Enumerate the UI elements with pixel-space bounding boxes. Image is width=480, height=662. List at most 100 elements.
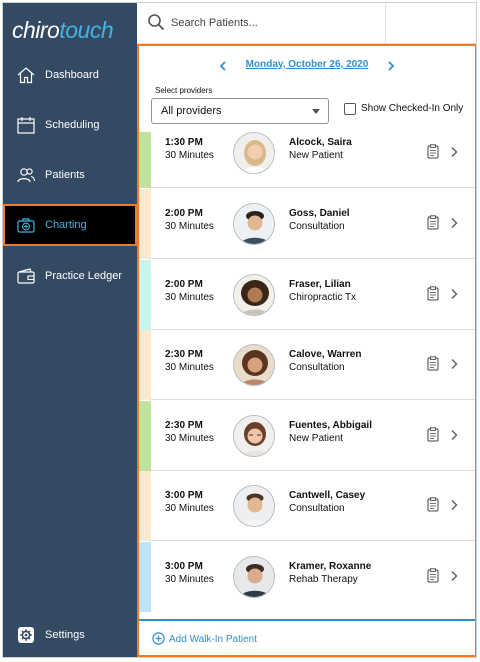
search-icon[interactable] xyxy=(147,13,165,36)
appointment-row[interactable]: 3:00 PM 30 Minutes Cantwell, Casey Consu… xyxy=(139,471,475,541)
calendar-icon xyxy=(15,114,37,136)
schedule-panel: Monday, October 26, 2020 Select provider… xyxy=(137,44,476,657)
patient-name: Fraser, Lilian xyxy=(289,279,351,290)
add-walk-in-label: Add Walk-In Patient xyxy=(169,634,258,645)
appointment-type-color-bar xyxy=(139,471,151,541)
chevron-right-icon[interactable] xyxy=(450,357,458,375)
chevron-down-icon xyxy=(312,109,320,114)
appointment-type-color-bar xyxy=(139,189,151,259)
clipboard-icon[interactable] xyxy=(427,427,439,447)
appointment-time: 2:30 PM xyxy=(165,420,203,431)
sidebar-item-practice-ledger[interactable]: Practice Ledger xyxy=(3,255,137,297)
appointment-row[interactable]: 3:00 PM 30 Minutes Kramer, Roxanne Rehab… xyxy=(139,542,475,612)
clipboard-icon[interactable] xyxy=(427,215,439,235)
avatar xyxy=(233,485,275,527)
visit-type: Rehab Therapy xyxy=(289,574,358,585)
sidebar-item-scheduling[interactable]: Scheduling xyxy=(3,104,137,146)
chevron-right-icon[interactable] xyxy=(450,569,458,587)
checked-in-label: Show Checked-In Only xyxy=(361,103,464,114)
appointment-type-color-bar xyxy=(139,132,151,188)
patient-name: Fuentes, Abbigail xyxy=(289,420,372,431)
visit-type: Consultation xyxy=(289,221,345,232)
providers-label: Select providers xyxy=(155,86,213,95)
appointment-row[interactable]: 2:30 PM 30 Minutes Fuentes, Abbigail New… xyxy=(139,401,475,471)
appointment-time: 1:30 PM xyxy=(165,137,203,148)
checked-in-checkbox[interactable] xyxy=(344,103,356,115)
appointment-duration: 30 Minutes xyxy=(165,221,214,232)
clipboard-icon[interactable] xyxy=(427,497,439,517)
providers-select[interactable]: All providers xyxy=(151,98,329,124)
clipboard-icon[interactable] xyxy=(427,144,439,164)
patient-name: Alcock, Saira xyxy=(289,137,352,148)
patient-name: Cantwell, Casey xyxy=(289,490,366,501)
appointment-duration: 30 Minutes xyxy=(165,574,214,585)
providers-select-value: All providers xyxy=(161,105,222,117)
next-day-button[interactable] xyxy=(387,58,395,74)
chevron-right-icon[interactable] xyxy=(450,216,458,234)
chirotouch-logo: chirotouch xyxy=(12,17,114,43)
visit-type: Consultation xyxy=(289,503,345,514)
sidebar: chirotouch Dashboard Scheduling Patients… xyxy=(3,3,137,657)
visit-type: Chiropractic Tx xyxy=(289,292,357,303)
appointment-row[interactable]: 2:30 PM 30 Minutes Calove, Warren Consul… xyxy=(139,330,475,400)
avatar xyxy=(233,415,275,457)
appointment-row[interactable]: 1:30 PM 30 Minutes Alcock, Saira New Pat… xyxy=(139,132,475,188)
visit-type: New Patient xyxy=(289,433,343,444)
chevron-right-icon[interactable] xyxy=(450,287,458,305)
app-window: chirotouch Dashboard Scheduling Patients… xyxy=(2,2,477,658)
appointment-duration: 30 Minutes xyxy=(165,150,214,161)
users-icon xyxy=(15,164,37,186)
appointment-type-color-bar xyxy=(139,542,151,612)
sidebar-item-dashboard[interactable]: Dashboard xyxy=(3,54,137,96)
search-input[interactable] xyxy=(171,11,381,35)
chevron-right-icon[interactable] xyxy=(450,145,458,163)
chevron-right-icon[interactable] xyxy=(450,428,458,446)
clipboard-icon[interactable] xyxy=(427,356,439,376)
plus-circle-icon xyxy=(152,632,165,650)
sidebar-item-patients[interactable]: Patients xyxy=(3,154,137,196)
appointment-row[interactable]: 2:00 PM 30 Minutes Goss, Daniel Consulta… xyxy=(139,189,475,259)
sidebar-item-label: Scheduling xyxy=(45,119,100,131)
appointment-duration: 30 Minutes xyxy=(165,292,214,303)
appointment-time: 3:00 PM xyxy=(165,561,203,572)
visit-type: New Patient xyxy=(289,150,343,161)
patient-name: Goss, Daniel xyxy=(289,208,350,219)
sidebar-item-label: Charting xyxy=(45,219,87,231)
date-navigator: Monday, October 26, 2020 xyxy=(139,56,475,76)
avatar xyxy=(233,556,275,598)
clipboard-icon[interactable] xyxy=(427,568,439,588)
patient-name: Calove, Warren xyxy=(289,349,362,360)
topbar-divider xyxy=(385,3,386,44)
sidebar-item-label: Settings xyxy=(45,629,85,641)
add-walk-in-button[interactable]: Add Walk-In Patient xyxy=(139,619,475,655)
top-bar xyxy=(137,3,476,44)
avatar xyxy=(233,203,275,245)
visit-type: Consultation xyxy=(289,362,345,373)
clipboard-icon[interactable] xyxy=(427,286,439,306)
avatar xyxy=(233,132,275,174)
avatar xyxy=(233,344,275,386)
sidebar-item-label: Practice Ledger xyxy=(45,270,123,282)
appointment-type-color-bar xyxy=(139,401,151,471)
sidebar-item-label: Dashboard xyxy=(45,69,99,81)
appointment-duration: 30 Minutes xyxy=(165,362,214,373)
sidebar-item-settings[interactable]: Settings xyxy=(3,614,137,656)
sidebar-item-charting[interactable]: Charting xyxy=(3,204,137,246)
appointment-duration: 30 Minutes xyxy=(165,433,214,444)
home-icon xyxy=(15,64,37,86)
wallet-icon xyxy=(15,265,37,287)
appointment-row[interactable]: 2:00 PM 30 Minutes Fraser, Lilian Chirop… xyxy=(139,260,475,330)
appointment-time: 2:00 PM xyxy=(165,208,203,219)
appointment-duration: 30 Minutes xyxy=(165,503,214,514)
sidebar-item-label: Patients xyxy=(45,169,85,181)
avatar xyxy=(233,274,275,316)
current-date-link[interactable]: Monday, October 26, 2020 xyxy=(139,59,475,70)
appointment-type-color-bar xyxy=(139,330,151,400)
appointment-time: 2:00 PM xyxy=(165,279,203,290)
chevron-right-icon[interactable] xyxy=(450,498,458,516)
appointment-list: 1:30 PM 30 Minutes Alcock, Saira New Pat… xyxy=(139,132,475,619)
patient-name: Kramer, Roxanne xyxy=(289,561,372,572)
medical-kit-icon xyxy=(15,214,37,236)
appointment-time: 2:30 PM xyxy=(165,349,203,360)
gear-icon xyxy=(15,624,37,646)
